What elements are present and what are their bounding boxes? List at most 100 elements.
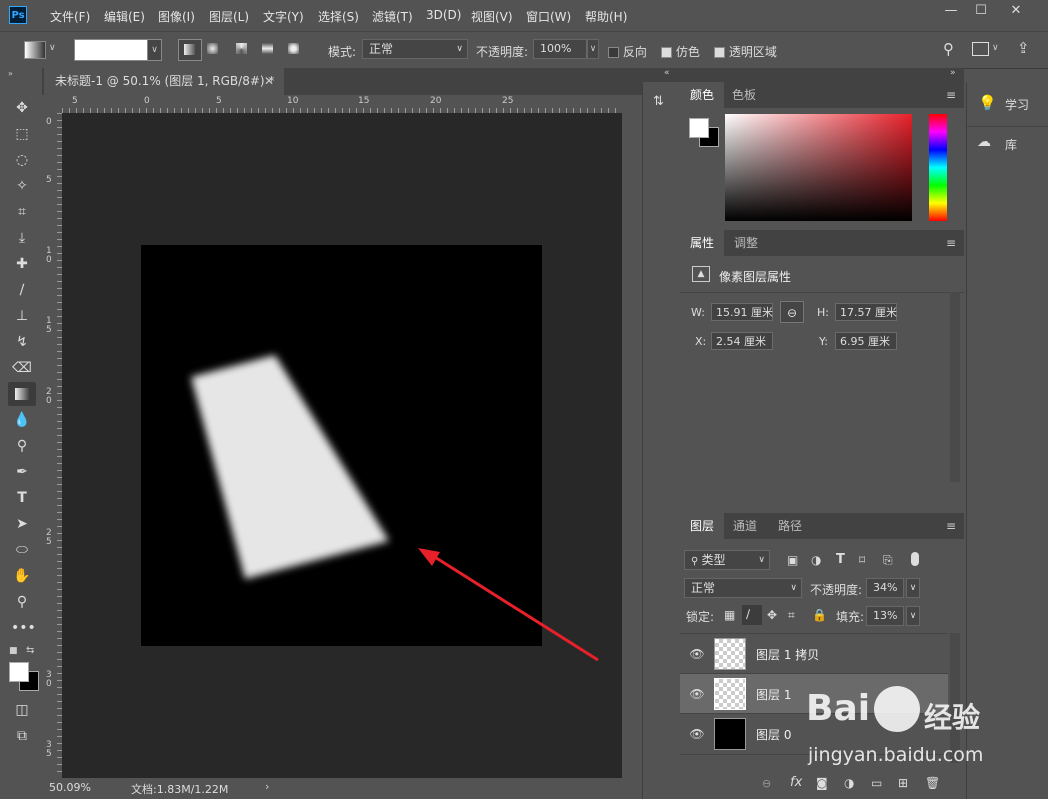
width-field[interactable]: 15.91 厘米: [711, 303, 773, 321]
tab-swatches[interactable]: 色板: [722, 82, 766, 108]
menu-view[interactable]: 视图(V): [471, 8, 513, 25]
gradient-picker[interactable]: [74, 39, 150, 61]
gradient-tool-icon[interactable]: [24, 41, 46, 59]
magic-wand-tool-icon[interactable]: ✧: [11, 176, 33, 196]
menu-filter[interactable]: 滤镜(T): [372, 8, 413, 25]
quick-mask-icon[interactable]: ◫: [11, 700, 33, 720]
foreground-color-swatch[interactable]: [689, 118, 709, 138]
menu-3d[interactable]: 3D(D): [426, 8, 461, 22]
blend-mode-select[interactable]: 正常 ∨: [684, 578, 802, 598]
link-layers-icon[interactable]: ⊖: [762, 777, 771, 790]
mode-select[interactable]: 正常 ∨: [362, 39, 468, 59]
linear-gradient-button[interactable]: [178, 39, 202, 61]
layer-filter-select[interactable]: ⚲ 类型 ∨: [684, 550, 770, 570]
tab-properties[interactable]: 属性: [680, 230, 725, 256]
chevron-down-icon[interactable]: ∨: [49, 43, 56, 53]
collapse-icon[interactable]: «: [664, 68, 670, 78]
y-field[interactable]: 6.95 厘米: [835, 332, 897, 350]
maximize-icon[interactable]: ☐: [968, 2, 994, 22]
lock-position-icon[interactable]: ✥: [767, 608, 777, 622]
hand-tool-icon[interactable]: ✋: [11, 566, 33, 586]
gradient-tool-button[interactable]: [8, 382, 36, 406]
eraser-tool-icon[interactable]: ⌫: [11, 358, 33, 378]
tab-paths[interactable]: 路径: [768, 513, 812, 539]
color-field[interactable]: [725, 114, 912, 221]
scrollbar[interactable]: [950, 292, 960, 482]
screen-mode-icon[interactable]: ⧉: [11, 726, 33, 746]
search-icon[interactable]: ⚲: [943, 40, 954, 58]
crop-tool-icon[interactable]: ⌗: [11, 202, 33, 222]
menu-file[interactable]: 文件(F): [50, 8, 90, 25]
tab-adjustments[interactable]: 调整: [724, 230, 768, 256]
layer-name[interactable]: 图层 1: [756, 686, 791, 703]
lock-pixels-button[interactable]: ∕: [742, 605, 762, 625]
more-tools-icon[interactable]: •••: [11, 618, 36, 638]
menu-image[interactable]: 图像(I): [158, 8, 195, 25]
minimize-icon[interactable]: —: [938, 2, 964, 22]
learn-button[interactable]: 💡 学习: [967, 88, 1048, 118]
diamond-gradient-icon[interactable]: [288, 43, 299, 54]
opacity-input[interactable]: 100%: [533, 39, 587, 59]
panel-menu-icon[interactable]: ≡: [946, 519, 956, 533]
foreground-color-swatch[interactable]: [9, 662, 29, 682]
healing-brush-tool-icon[interactable]: ✚: [11, 254, 33, 274]
filter-type-icon[interactable]: T: [836, 552, 845, 567]
opacity-dropdown-icon[interactable]: ∨: [587, 39, 599, 59]
transparency-checkbox[interactable]: 透明区域: [714, 43, 777, 60]
reverse-checkbox[interactable]: 反向: [608, 43, 647, 60]
dodge-tool-icon[interactable]: ⚲: [11, 436, 33, 456]
lock-artboard-icon[interactable]: ⌗: [788, 608, 795, 623]
swap-colors-icon[interactable]: ⇆: [26, 645, 34, 656]
zoom-tool-icon[interactable]: ⚲: [11, 592, 33, 612]
lock-transparent-icon[interactable]: ▦: [724, 608, 735, 622]
menu-select[interactable]: 选择(S): [318, 8, 359, 25]
layer-name[interactable]: 图层 1 拷贝: [756, 646, 819, 663]
radial-gradient-icon[interactable]: [207, 43, 218, 54]
fill-input[interactable]: 13%: [866, 606, 904, 626]
collapse-icon[interactable]: »: [8, 69, 13, 78]
brush-tool-icon[interactable]: ∕: [11, 280, 33, 300]
lasso-tool-icon[interactable]: ◌: [11, 150, 33, 170]
document-tab[interactable]: 未标题-1 @ 50.1% (图层 1, RGB/8#) * ✕: [44, 68, 284, 95]
dither-checkbox[interactable]: 仿色: [661, 43, 700, 60]
clone-stamp-tool-icon[interactable]: ⊥: [11, 306, 33, 326]
link-icon[interactable]: ⊖: [780, 301, 804, 323]
library-button[interactable]: ☁ 库: [967, 128, 1048, 158]
eye-icon[interactable]: 👁: [689, 726, 705, 742]
move-tool-icon[interactable]: ✥: [11, 98, 33, 118]
workspace-icon[interactable]: [972, 42, 989, 56]
eyedropper-tool-icon[interactable]: ⤓: [11, 228, 33, 248]
expand-icon[interactable]: »: [950, 68, 956, 78]
layer-name[interactable]: 图层 0: [756, 726, 791, 743]
marquee-tool-icon[interactable]: ⬚: [11, 124, 33, 144]
tab-layers[interactable]: 图层: [680, 513, 725, 539]
reflected-gradient-icon[interactable]: [262, 43, 273, 54]
filter-smart-object-icon[interactable]: ⎘: [883, 553, 893, 568]
angle-gradient-icon[interactable]: [236, 43, 247, 54]
menu-edit[interactable]: 编辑(E): [104, 8, 145, 25]
chevron-down-icon[interactable]: ∨: [906, 606, 920, 626]
history-icon[interactable]: ⇅: [653, 94, 664, 109]
menu-type[interactable]: 文字(Y): [263, 8, 304, 25]
menu-window[interactable]: 窗口(W): [526, 8, 571, 25]
lock-all-icon[interactable]: 🔒: [812, 608, 827, 622]
share-icon[interactable]: ⇪: [1017, 39, 1030, 57]
chevron-down-icon[interactable]: ∨: [992, 43, 999, 53]
history-brush-tool-icon[interactable]: ↯: [11, 332, 33, 352]
eye-icon[interactable]: 👁: [689, 646, 705, 662]
close-icon[interactable]: ✕: [1003, 2, 1029, 22]
height-field[interactable]: 17.57 厘米: [835, 303, 897, 321]
filter-shape-icon[interactable]: ⌑: [859, 553, 865, 567]
chevron-down-icon[interactable]: ∨: [906, 578, 920, 598]
blur-tool-icon[interactable]: 💧: [11, 410, 33, 430]
eye-icon[interactable]: 👁: [689, 686, 705, 702]
close-tab-icon[interactable]: ✕: [264, 68, 274, 95]
filter-adjustment-icon[interactable]: ◑: [811, 553, 821, 567]
gradient-dropdown-icon[interactable]: ∨: [147, 39, 162, 61]
layer-opacity-input[interactable]: 34%: [866, 578, 904, 598]
default-colors-icon[interactable]: ■: [9, 646, 18, 656]
tab-color[interactable]: 颜色: [680, 82, 725, 108]
panel-menu-icon[interactable]: ≡: [946, 236, 956, 250]
ellipse-tool-icon[interactable]: ⬭: [11, 540, 33, 560]
zoom-level[interactable]: 50.09%: [49, 781, 91, 794]
